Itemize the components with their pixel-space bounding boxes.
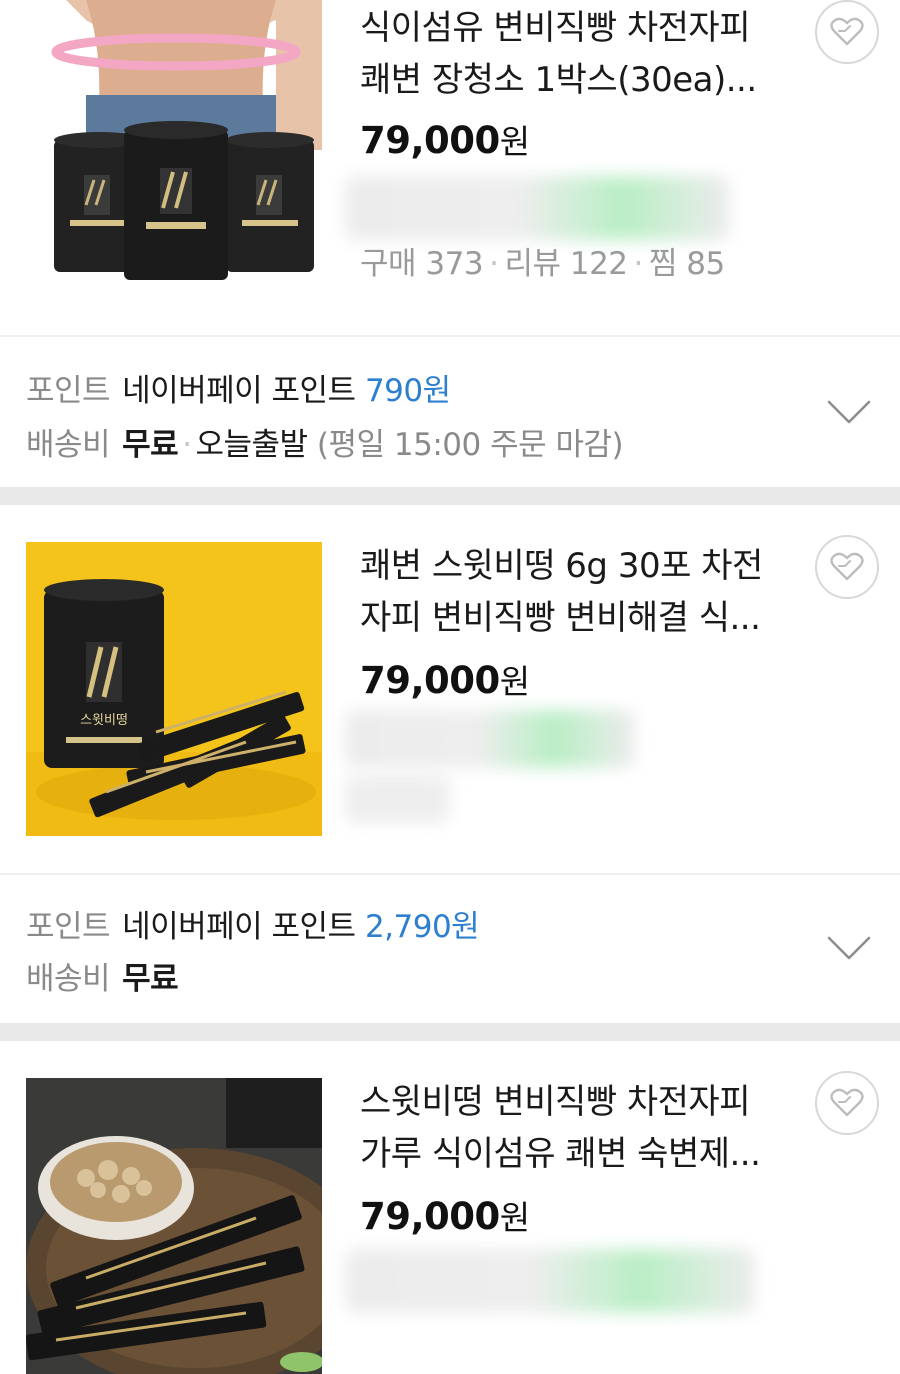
- shipping-row: 배송비 무료 · 오늘출발 (평일 15:00 주문 마감): [26, 419, 624, 464]
- separator-dot: ·: [633, 246, 644, 282]
- price-currency: 원: [499, 662, 530, 701]
- product-image-1[interactable]: [26, 0, 322, 282]
- review-count: 122: [569, 246, 628, 282]
- chevron-down-icon[interactable]: [826, 397, 872, 427]
- price-amount: 79,000: [360, 659, 500, 702]
- point-value: 2,790원: [364, 909, 480, 945]
- blurred-seller-info: [345, 775, 450, 823]
- dispatch-text: 오늘출발: [195, 427, 308, 463]
- chevron-down-icon[interactable]: [826, 933, 872, 963]
- product-title-2[interactable]: 쾌변 스윗비떵 6g 30포 차전 자피 변비직빵 변비해결 식...: [360, 540, 790, 644]
- wish-label: 찜: [648, 246, 678, 282]
- shipping-label: 배송비: [26, 961, 111, 997]
- product-image-2[interactable]: 스윗비떵: [26, 542, 322, 836]
- heart-icon: [830, 1088, 864, 1117]
- price-currency: 원: [499, 1198, 530, 1237]
- purchase-label: 구매: [360, 246, 417, 282]
- product-photo-3: [26, 1078, 322, 1374]
- shipping-value: 무료: [122, 427, 179, 463]
- separator-dot: ·: [182, 427, 192, 463]
- shipping-label: 배송비: [26, 427, 111, 463]
- point-row: 포인트 네이버페이 포인트 2,790원: [26, 901, 480, 946]
- product-card-2[interactable]: 스윗비떵 쾌변 스윗비떵 6g 30포 차전 자피 변비직빵 변비해결 식...…: [0, 505, 900, 873]
- product-title-line: 가루 식이섬유 쾌변 숙변제...: [360, 1134, 761, 1174]
- product-photo-1: [26, 0, 322, 282]
- product-card-3[interactable]: 스윗비떵 변비직빵 차전자피 가루 식이섬유 쾌변 숙변제... 79,000원: [0, 1041, 900, 1374]
- price-amount: 79,000: [360, 119, 500, 162]
- shipping-row: 배송비 무료: [26, 953, 179, 998]
- product-title-line: 식이섬유 변비직빵 차전자피: [360, 8, 750, 48]
- product-title-line: 쾌변 장청소 1박스(30ea)...: [360, 60, 757, 100]
- product-photo-2: 스윗비떵: [26, 542, 322, 836]
- point-label: 포인트: [26, 909, 111, 945]
- product-price-3: 79,000원: [360, 1191, 530, 1239]
- separator-dot: ·: [489, 246, 499, 282]
- jar-label: 스윗비떵: [80, 713, 128, 728]
- product-title-line: 쾌변 스윗비떵 6g 30포 차전: [360, 546, 763, 586]
- product-title-1[interactable]: 식이섬유 변비직빵 차전자피 쾌변 장청소 1박스(30ea)...: [360, 2, 790, 106]
- price-amount: 79,000: [360, 1195, 500, 1238]
- product-card-1[interactable]: 식이섬유 변비직빵 차전자피 쾌변 장청소 1박스(30ea)... 79,00…: [0, 0, 900, 335]
- dispatch-note: (평일 15:00 주문 마감): [316, 427, 624, 463]
- point-row: 포인트 네이버페이 포인트 790원: [26, 365, 451, 410]
- wish-count: 85: [686, 246, 725, 282]
- purchase-count: 373: [425, 246, 484, 282]
- price-currency: 원: [499, 122, 530, 161]
- product-price-2: 79,000원: [360, 655, 530, 703]
- wishlist-button-2[interactable]: [815, 535, 879, 599]
- wishlist-button-1[interactable]: [815, 0, 879, 64]
- blurred-seller-info: [345, 710, 635, 768]
- wishlist-button-3[interactable]: [815, 1071, 879, 1135]
- product-title-line: 자피 변비직빵 변비해결 식...: [360, 598, 761, 638]
- blurred-seller-info: [345, 1249, 755, 1313]
- point-value: 790원: [364, 373, 451, 409]
- point-text: 네이버페이 포인트: [122, 373, 356, 409]
- point-label: 포인트: [26, 373, 111, 409]
- section-separator: [0, 1023, 900, 1041]
- shipping-value: 무료: [122, 961, 179, 997]
- point-text: 네이버페이 포인트: [122, 909, 356, 945]
- product-title-line: 스윗비떵 변비직빵 차전자피: [360, 1082, 750, 1122]
- product-info-2[interactable]: 포인트 네이버페이 포인트 2,790원 배송비 무료: [0, 875, 900, 1023]
- section-separator: [0, 487, 900, 505]
- product-info-1[interactable]: 포인트 네이버페이 포인트 790원 배송비 무료 · 오늘출발 (평일 15:00 주…: [0, 337, 900, 487]
- review-label: 리뷰: [504, 246, 561, 282]
- product-title-3[interactable]: 스윗비떵 변비직빵 차전자피 가루 식이섬유 쾌변 숙변제...: [360, 1076, 790, 1180]
- heart-icon: [830, 17, 864, 46]
- product-price-1: 79,000원: [360, 115, 530, 163]
- blurred-seller-info: [345, 176, 730, 240]
- product-image-3[interactable]: [26, 1078, 322, 1374]
- product-stats-1: 구매 373 · 리뷰 122 · 찜 85: [360, 238, 725, 283]
- heart-icon: [830, 552, 864, 581]
